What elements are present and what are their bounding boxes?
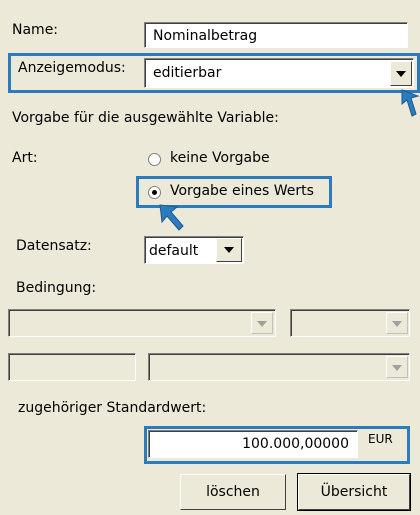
- radio-value[interactable]: [148, 186, 161, 199]
- mode-dropdown[interactable]: editierbar: [144, 58, 414, 88]
- art-label: Art:: [12, 150, 38, 166]
- condition-dropdown-1-button[interactable]: [251, 312, 273, 334]
- currency-label: EUR: [368, 432, 393, 446]
- dataset-label: Datensatz:: [16, 238, 92, 254]
- chevron-down-icon: [257, 321, 267, 327]
- default-value-label: zugehöriger Standardwert:: [18, 400, 207, 416]
- mode-dropdown-button[interactable]: [390, 61, 412, 86]
- radio-value-label[interactable]: Vorgabe eines Werts: [170, 183, 314, 199]
- chevron-down-icon: [224, 247, 234, 253]
- section-title: Vorgabe für die ausgewählte Variable:: [12, 110, 279, 126]
- arrow-pointer-icon: [157, 202, 187, 232]
- mode-dropdown-value: editierbar: [153, 65, 222, 81]
- name-field[interactable]: Nominalbetrag: [144, 22, 408, 48]
- dataset-dropdown-value: default: [149, 243, 199, 259]
- chevron-down-icon: [396, 71, 406, 77]
- condition-field-1[interactable]: [8, 353, 136, 381]
- arrow-pointer-icon: [400, 88, 420, 118]
- condition-dropdown-1[interactable]: [8, 309, 276, 337]
- radio-selected-dot: [152, 190, 157, 195]
- radio-none-label[interactable]: keine Vorgabe: [170, 150, 270, 166]
- condition-dropdown-2-button[interactable]: [386, 312, 408, 334]
- condition-dropdown-3-button[interactable]: [386, 356, 408, 378]
- delete-button[interactable]: löschen: [180, 474, 286, 510]
- dataset-dropdown-button[interactable]: [216, 238, 242, 262]
- overview-button[interactable]: Übersicht: [297, 473, 411, 511]
- condition-dropdown-3[interactable]: [148, 353, 410, 381]
- mode-label: Anzeigemodus:: [18, 60, 126, 76]
- chevron-down-icon: [392, 321, 402, 327]
- condition-label: Bedingung:: [16, 280, 97, 296]
- radio-none[interactable]: [148, 153, 161, 166]
- name-label: Name:: [12, 22, 59, 38]
- chevron-down-icon: [392, 365, 402, 371]
- amount-field[interactable]: 100.000,00000: [148, 430, 358, 458]
